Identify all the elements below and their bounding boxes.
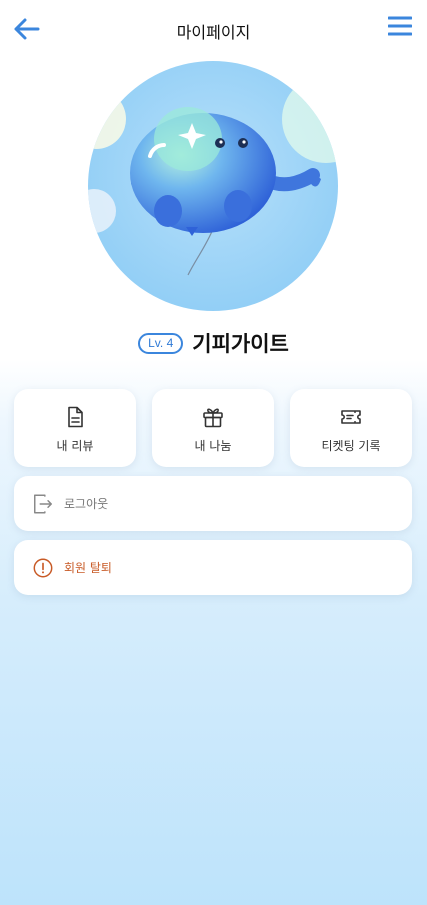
card-label: 내 리뷰 <box>56 438 94 453</box>
gift-icon <box>203 407 223 427</box>
level-badge: Lv. 4 <box>138 332 184 354</box>
nickname: 기피가이트 <box>192 332 289 356</box>
document-icon <box>68 406 83 427</box>
withdraw-button[interactable]: 회원 탈퇴 <box>14 540 412 595</box>
withdraw-label: 회원 탈퇴 <box>64 561 112 575</box>
my-sharing-button[interactable]: 내 나눔 <box>152 389 274 467</box>
ticketing-history-button[interactable]: 티켓팅 기록 <box>290 389 412 467</box>
card-label: 내 나눔 <box>194 438 232 453</box>
activity-cards: 내 리뷰 내 나눔 티켓팅 기록 <box>14 389 412 467</box>
menu-button[interactable] <box>387 14 413 38</box>
top-bar: 마이페이지 <box>0 0 427 58</box>
hamburger-menu-icon <box>388 16 412 36</box>
profile-avatar <box>88 61 338 311</box>
logout-icon <box>34 494 52 513</box>
my-reviews-button[interactable]: 내 리뷰 <box>14 389 136 467</box>
ticket-icon <box>341 409 361 424</box>
page-title: 마이페이지 <box>176 23 251 42</box>
card-label: 티켓팅 기록 <box>321 438 381 453</box>
warning-icon <box>33 558 53 577</box>
logout-button[interactable]: 로그아웃 <box>14 476 412 531</box>
logout-label: 로그아웃 <box>64 497 109 511</box>
profile-info: Lv. 4 기피가이트 <box>0 328 427 358</box>
elephant-balloon-avatar <box>88 61 338 311</box>
